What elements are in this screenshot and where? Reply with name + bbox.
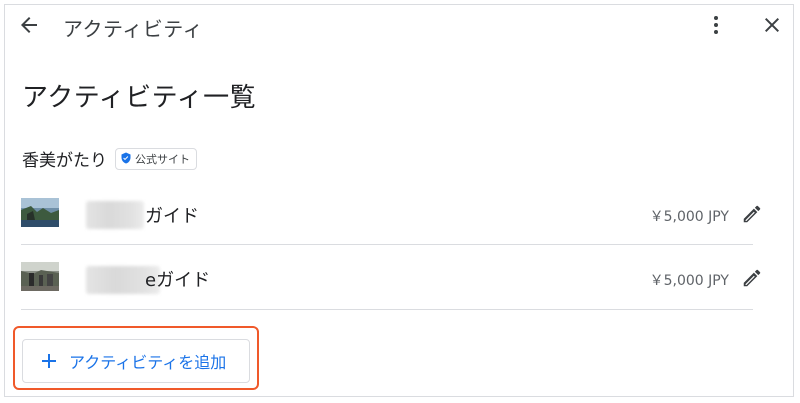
pencil-icon [743, 269, 761, 287]
arrow-back-icon [21, 17, 37, 33]
pencil-icon [743, 205, 761, 223]
activity-price: ￥5,000 JPY [649, 273, 729, 289]
activity-price: ￥5,000 JPY [649, 209, 729, 225]
provider-row: 香美がたり 公式サイト [22, 146, 197, 171]
official-site-badge: 公式サイト [115, 147, 197, 170]
page-title: アクティビティ一覧 [22, 83, 257, 113]
redacted-text [86, 201, 144, 229]
activity-thumbnail [21, 198, 59, 227]
more-vert-icon [714, 16, 718, 34]
close-icon [765, 18, 779, 32]
close-button[interactable] [756, 9, 788, 41]
activity-row[interactable]: eガイド ￥5,000 JPY [21, 245, 761, 310]
activity-name: ガイド [145, 206, 199, 227]
top-app-bar: アクティビティ [5, 5, 793, 49]
provider-name: 香美がたり [22, 151, 107, 171]
activity-list: ガイド ￥5,000 JPY eガイド ￥5,000 JPY [21, 183, 761, 310]
edit-button[interactable] [737, 199, 767, 229]
activity-name: eガイド [145, 270, 211, 291]
activity-thumbnail [21, 262, 59, 291]
more-options-button[interactable] [700, 9, 732, 41]
activity-panel: アクティビティ アクティビティ一覧 香美がたり 公式サイト ガイド ￥5,000… [4, 4, 794, 397]
topbar-title: アクティビティ [63, 17, 204, 41]
activity-row[interactable]: ガイド ￥5,000 JPY [21, 183, 761, 245]
edit-button[interactable] [737, 263, 767, 293]
highlight-annotation [13, 326, 259, 390]
back-button[interactable] [13, 9, 45, 41]
official-badge-label: 公式サイト [135, 152, 190, 166]
verified-shield-icon [121, 152, 131, 164]
